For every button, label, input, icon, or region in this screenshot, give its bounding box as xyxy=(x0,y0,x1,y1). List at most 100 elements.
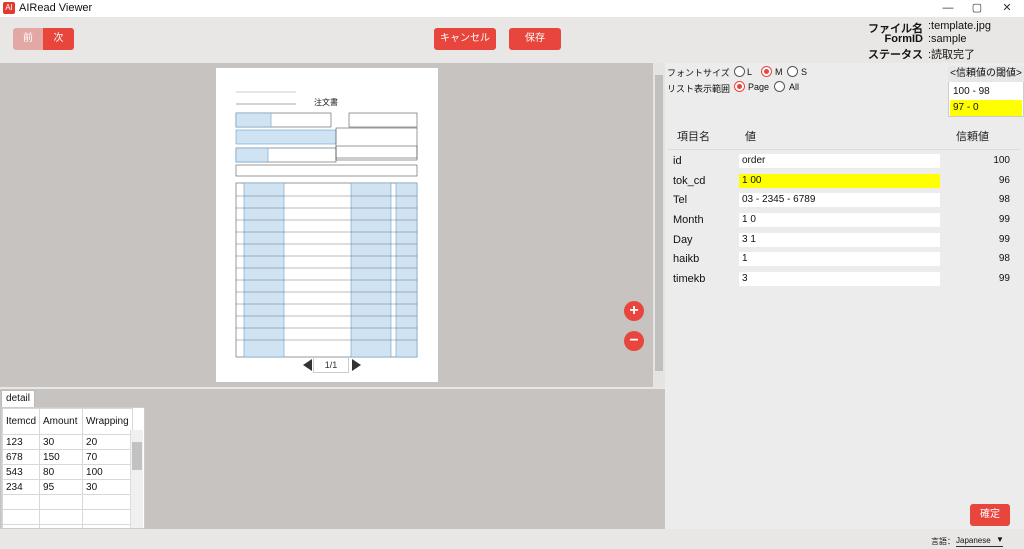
column-item-name: 項目名 xyxy=(677,131,710,143)
cell-itemcd[interactable] xyxy=(2,494,41,510)
font-size-label: フォントサイズ xyxy=(667,68,730,78)
save-button[interactable]: 保存 xyxy=(509,28,561,50)
column-confidence: 信頼値 xyxy=(956,131,989,143)
table-row[interactable]: 543 80 100 xyxy=(2,464,134,480)
cell-amount[interactable]: 30 xyxy=(39,434,84,450)
chevron-down-icon[interactable]: ▼ xyxy=(996,535,1004,544)
maximize-button[interactable]: ▢ xyxy=(962,0,992,17)
prev-button[interactable]: 前 xyxy=(13,28,43,50)
range-page-label: Page xyxy=(748,82,770,92)
field-value-input[interactable]: 3 1 xyxy=(739,233,940,247)
column-header[interactable]: Itemcd xyxy=(2,408,41,435)
table-row[interactable] xyxy=(2,509,134,525)
filename-value: :template.jpg xyxy=(928,20,991,32)
field-name: Tel xyxy=(673,194,688,206)
cell-itemcd[interactable]: 678 xyxy=(2,449,41,465)
column-value: 値 xyxy=(745,131,756,143)
field-value-input[interactable]: 03 - 2345 - 6789 xyxy=(739,193,940,207)
tab-detail[interactable]: detail xyxy=(1,390,35,407)
table-row[interactable]: 123 30 20 xyxy=(2,434,134,450)
confidence-threshold-header: <信頼値の閾値> xyxy=(948,66,1024,82)
cell-amount[interactable]: 95 xyxy=(39,479,84,495)
field-name: tok_cd xyxy=(673,175,706,187)
formid-value: :sample xyxy=(928,33,967,45)
cell-wrapping[interactable]: 100 xyxy=(82,464,134,480)
range-all-radio[interactable] xyxy=(774,81,785,92)
page-indicator: 1/1 xyxy=(313,357,349,373)
cell-amount[interactable] xyxy=(39,509,84,525)
document-title: 注文書 xyxy=(314,98,338,107)
field-confidence: 100 xyxy=(993,155,1010,166)
zoom-out-icon[interactable]: − xyxy=(624,331,644,351)
cell-itemcd[interactable]: 543 xyxy=(2,464,41,480)
cell-wrapping[interactable]: 70 xyxy=(82,449,134,465)
formid-label: FormID xyxy=(884,33,924,45)
header-divider xyxy=(668,149,1020,150)
minimize-button[interactable]: — xyxy=(933,0,963,17)
font-size-s-radio[interactable] xyxy=(787,66,798,77)
field-name: haikb xyxy=(673,253,700,265)
status-label: ステータス xyxy=(868,49,923,61)
field-confidence: 99 xyxy=(998,214,1010,225)
prev-page-icon[interactable] xyxy=(303,359,312,371)
list-range-label: リスト表示範囲 xyxy=(667,84,731,94)
field-value-input[interactable]: 1 00 xyxy=(739,174,940,188)
window-title: AIRead Viewer xyxy=(19,2,93,14)
cell-itemcd[interactable]: 234 xyxy=(2,479,41,495)
cell-amount[interactable]: 80 xyxy=(39,464,84,480)
viewer-scroll-thumb[interactable] xyxy=(655,75,663,371)
range-all-label: All xyxy=(789,82,800,92)
cell-itemcd[interactable] xyxy=(2,509,41,525)
cell-wrapping[interactable]: 30 xyxy=(82,479,134,495)
status-value: :読取完了 xyxy=(928,49,976,61)
field-confidence: 99 xyxy=(998,234,1010,245)
table-row[interactable] xyxy=(2,494,134,510)
confidence-range-low: 97 - 0 xyxy=(950,100,1022,116)
close-button[interactable]: ✕ xyxy=(992,0,1022,17)
language-label: 言語： xyxy=(931,537,955,546)
range-page-radio[interactable] xyxy=(734,81,745,92)
table-row[interactable]: 234 95 30 xyxy=(2,479,134,495)
next-button[interactable]: 次 xyxy=(43,28,74,50)
next-page-icon[interactable] xyxy=(352,359,361,371)
language-value: Japanese xyxy=(956,536,991,545)
font-size-m-label: M xyxy=(775,67,783,77)
font-size-l-radio[interactable] xyxy=(734,66,745,77)
status-bar xyxy=(0,529,1024,549)
cancel-button[interactable]: キャンセル xyxy=(434,28,496,50)
grid-scroll-thumb[interactable] xyxy=(132,442,142,470)
field-value-input[interactable]: 1 0 xyxy=(739,213,940,227)
field-confidence: 98 xyxy=(998,253,1010,264)
title-bar xyxy=(0,0,1024,17)
field-value-input[interactable]: 3 xyxy=(739,272,940,286)
zoom-in-icon[interactable]: + xyxy=(624,301,644,321)
field-name: id xyxy=(673,155,682,167)
column-header[interactable]: Wrapping xyxy=(82,408,134,435)
font-size-l-label: L xyxy=(747,67,753,77)
confidence-range-high: 100 - 98 xyxy=(953,86,990,97)
cell-amount[interactable] xyxy=(39,494,84,510)
app-logo-icon: AI xyxy=(3,2,15,14)
field-confidence: 99 xyxy=(998,273,1010,284)
field-name: Month xyxy=(673,214,704,226)
field-name: timekb xyxy=(673,273,706,285)
detail-grid: Itemcd Amount Wrapping 123 30 20 678 150 70 … xyxy=(1,407,145,529)
font-size-m-radio[interactable] xyxy=(761,66,772,77)
field-confidence: 98 xyxy=(998,194,1010,205)
cell-wrapping[interactable] xyxy=(82,509,134,525)
document-page: 注文書 xyxy=(216,68,438,382)
field-value-input[interactable]: order xyxy=(739,154,940,168)
column-header[interactable]: Amount xyxy=(39,408,84,435)
grid-scrollbar[interactable] xyxy=(130,430,143,528)
font-size-s-label: S xyxy=(801,67,808,77)
confirm-button[interactable]: 確定 xyxy=(970,504,1010,526)
order-form-image xyxy=(235,91,418,358)
cell-wrapping[interactable]: 20 xyxy=(82,434,134,450)
field-confidence: 96 xyxy=(998,175,1010,186)
cell-itemcd[interactable]: 123 xyxy=(2,434,41,450)
cell-amount[interactable]: 150 xyxy=(39,449,84,465)
table-row[interactable]: 678 150 70 xyxy=(2,449,134,465)
field-value-input[interactable]: 1 xyxy=(739,252,940,266)
cell-wrapping[interactable] xyxy=(82,494,134,510)
field-name: Day xyxy=(673,234,693,246)
